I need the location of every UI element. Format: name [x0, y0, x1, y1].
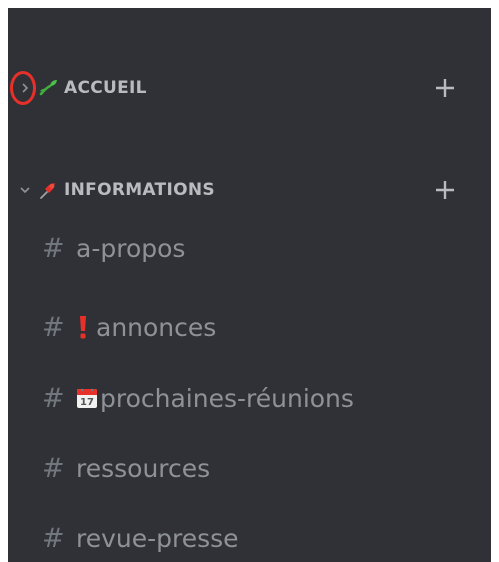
channel-label: revue-presse — [76, 523, 239, 553]
channel-item-a-propos[interactable]: # a-propos — [8, 226, 491, 270]
channel-item-ressources[interactable]: # ressources — [8, 446, 491, 490]
add-channel-icon[interactable] — [433, 178, 457, 202]
hashtag-icon: # — [42, 382, 65, 414]
hashtag-icon: # — [42, 311, 65, 343]
channel-sidebar: ACCUEIL INFORMATIONS # a-propos # annonc… — [8, 8, 491, 562]
calendar-day: 17 — [80, 397, 94, 408]
channel-item-revue-presse[interactable]: # revue-presse — [8, 516, 491, 560]
exclamation-icon — [76, 314, 90, 340]
chevron-down-icon[interactable] — [14, 179, 36, 201]
pushpin-icon — [40, 183, 55, 199]
category-label: INFORMATIONS — [64, 180, 215, 200]
seedling-icon — [39, 80, 57, 96]
channel-item-annonces[interactable]: # annonces — [8, 305, 491, 349]
add-channel-icon[interactable] — [433, 76, 457, 100]
channel-label: annonces — [96, 312, 217, 342]
category-label: ACCUEIL — [64, 78, 147, 98]
hashtag-icon: # — [42, 522, 65, 554]
category-informations[interactable]: INFORMATIONS — [8, 172, 491, 208]
channel-item-prochaines-reunions[interactable]: # 17 prochaines-réunions — [8, 376, 491, 420]
channel-label: a-propos — [76, 233, 186, 263]
category-accueil[interactable]: ACCUEIL — [8, 70, 491, 106]
hashtag-icon: # — [42, 232, 65, 264]
hashtag-icon: # — [42, 452, 65, 484]
highlight-circle — [10, 71, 36, 105]
calendar-icon: 17 — [76, 387, 98, 409]
channel-label: ressources — [76, 453, 211, 483]
channel-label: prochaines-réunions — [100, 383, 354, 413]
